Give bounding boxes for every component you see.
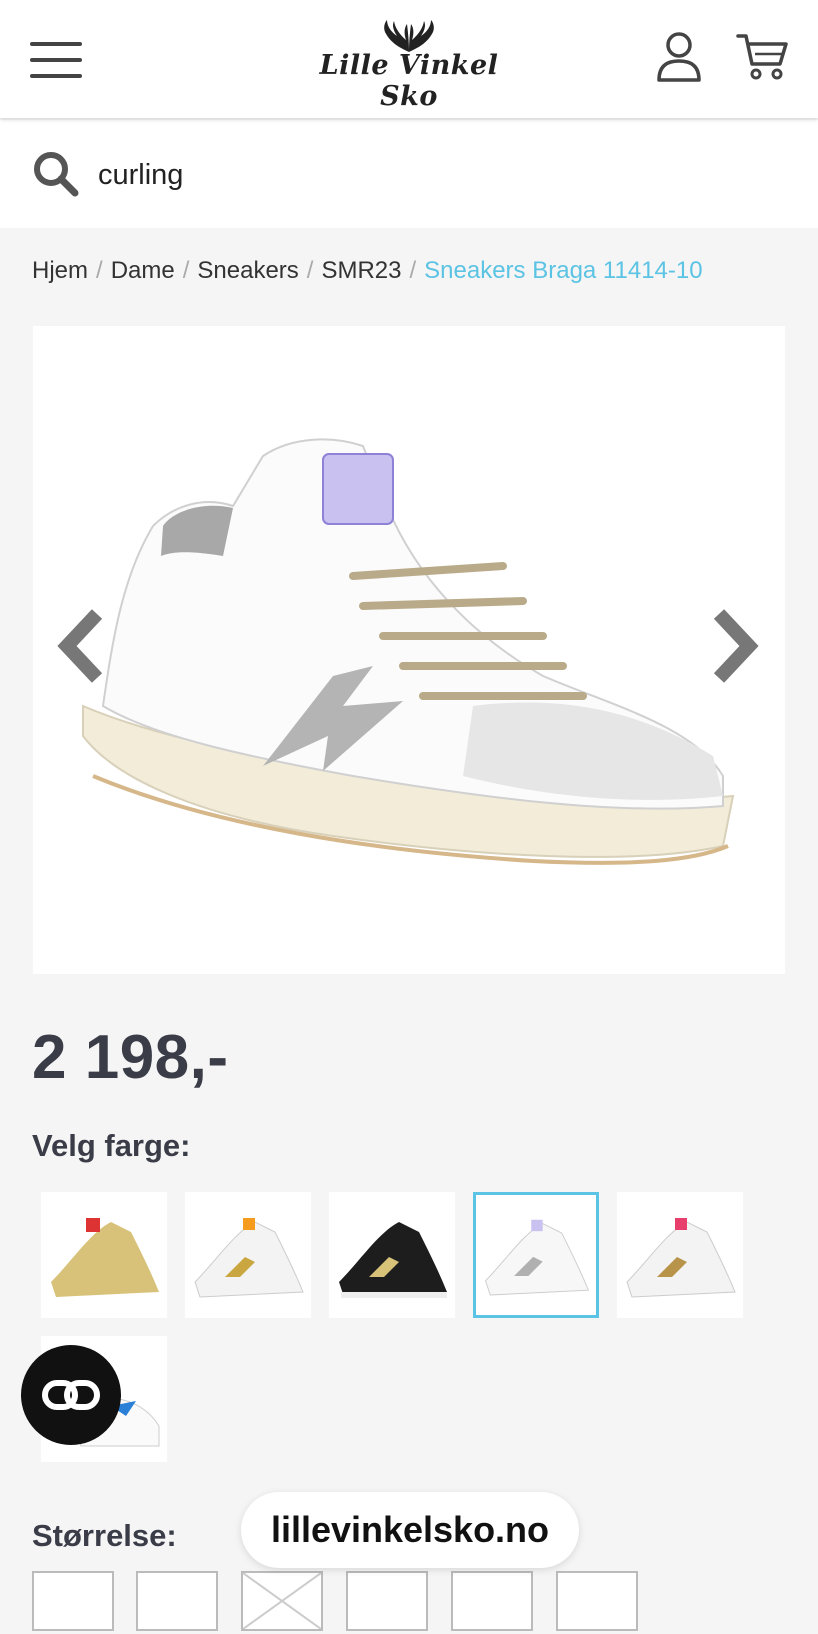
logo-text: Lille Vinkel Sko	[319, 50, 499, 112]
search-bar	[0, 120, 818, 228]
size-option[interactable]	[136, 1571, 218, 1631]
user-icon[interactable]	[656, 32, 702, 82]
color-swatch-black[interactable]	[329, 1192, 455, 1318]
breadcrumb-current: Sneakers Braga 11414-10	[424, 257, 703, 284]
size-label: Størrelse:	[32, 1518, 177, 1553]
size-option-unavailable[interactable]	[241, 1571, 323, 1631]
size-option[interactable]	[32, 1571, 114, 1631]
menu-icon[interactable]	[30, 40, 82, 80]
chat-button[interactable]	[21, 1345, 121, 1445]
breadcrumb-home[interactable]: Hjem	[32, 257, 88, 284]
unavailable-cross-icon	[242, 1572, 322, 1630]
breadcrumb-separator: /	[96, 257, 103, 284]
breadcrumb-smr23[interactable]: SMR23	[321, 257, 401, 284]
color-swatch-white-silver[interactable]	[473, 1192, 599, 1318]
breadcrumb-sneakers[interactable]: Sneakers	[197, 257, 298, 284]
size-option[interactable]	[451, 1571, 533, 1631]
carousel-prev-icon[interactable]	[53, 606, 107, 686]
site-logo[interactable]: Lille Vinkel Sko	[300, 18, 518, 112]
breadcrumb-separator: /	[306, 257, 314, 284]
color-label: Velg farge:	[32, 1128, 191, 1163]
breadcrumb-separator: /	[182, 257, 190, 284]
breadcrumb-separator: /	[409, 257, 417, 284]
size-option[interactable]	[346, 1571, 428, 1631]
search-icon[interactable]	[32, 150, 80, 198]
antler-logo-icon	[384, 20, 434, 52]
product-image-carousel[interactable]	[33, 326, 785, 974]
product-image	[82, 438, 735, 865]
cart-icon[interactable]	[736, 32, 788, 82]
search-input[interactable]	[96, 150, 780, 200]
color-swatch-white-leopard[interactable]	[617, 1192, 743, 1318]
chat-icon	[42, 1380, 100, 1410]
size-option[interactable]	[556, 1571, 638, 1631]
breadcrumb: Hjem / Dame / Sneakers / SMR23 / Sneakers Braga …	[32, 257, 703, 285]
breadcrumb-dame[interactable]: Dame	[111, 257, 175, 284]
color-swatch-gold[interactable]	[41, 1192, 167, 1318]
url-overlay: lillevinkelsko.no	[241, 1492, 579, 1568]
color-swatch-white-gold[interactable]	[185, 1192, 311, 1318]
carousel-next-icon[interactable]	[709, 606, 763, 686]
product-price: 2 198,-	[32, 1023, 229, 1092]
site-header: Lille Vinkel Sko	[0, 0, 818, 118]
